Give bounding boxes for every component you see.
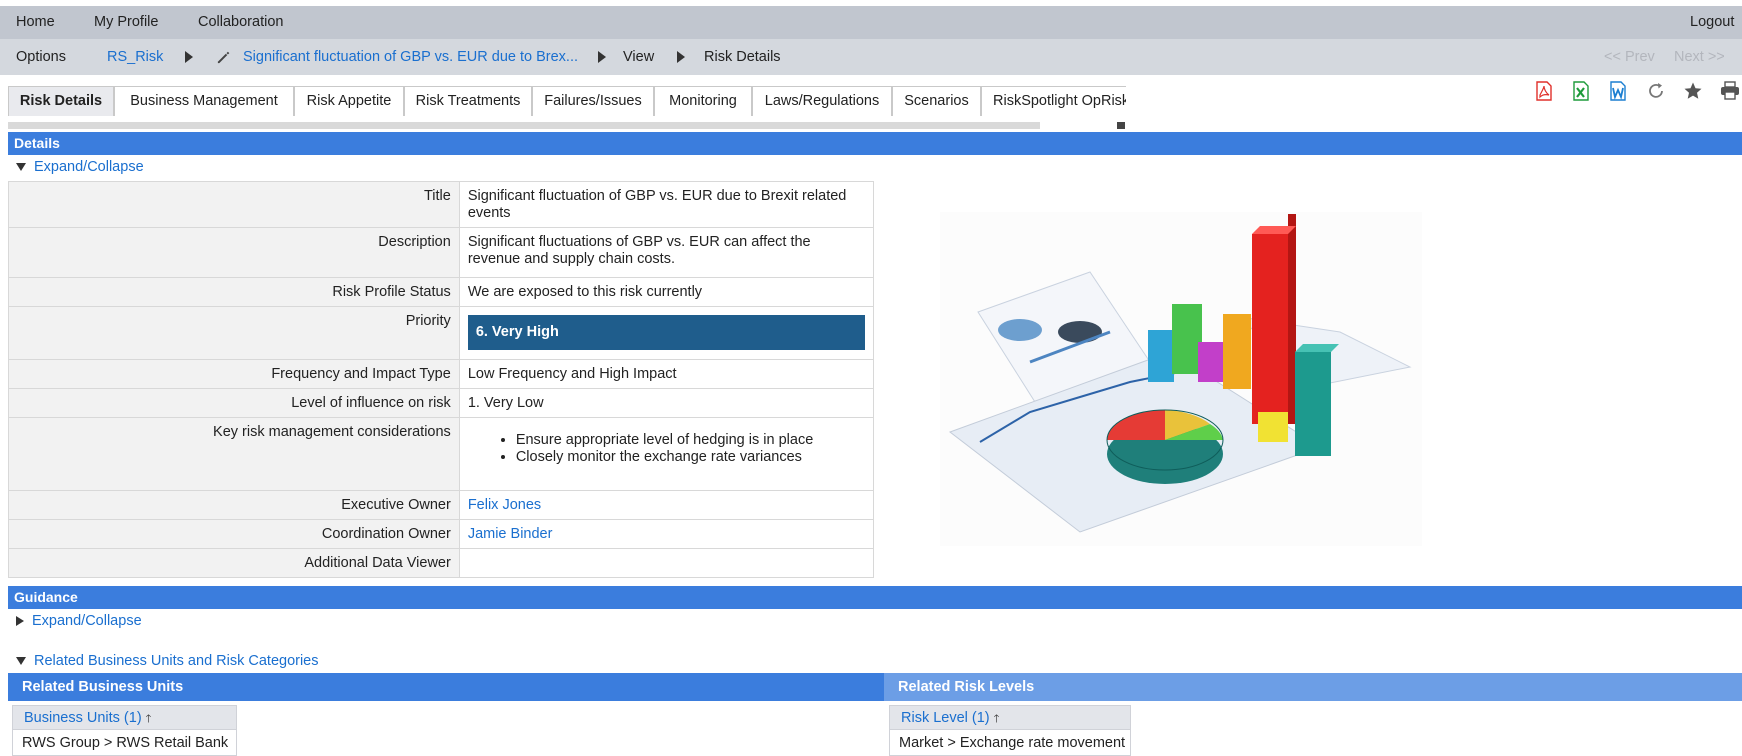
- influence-label: Level of influence on risk: [8, 388, 460, 418]
- next-record-button[interactable]: Next >>: [1674, 49, 1725, 65]
- tab-monitoring[interactable]: Monitoring: [654, 86, 752, 116]
- frequency-impact-value: Low Frequency and High Impact: [458, 359, 875, 389]
- related-business-units-header: Related Business Units: [8, 673, 884, 701]
- considerations-list: Ensure appropriate level of hedging is i…: [468, 432, 865, 466]
- risk-level-sort-label: Risk Level (1): [901, 710, 990, 726]
- business-units-sort-label: Business Units (1): [24, 710, 142, 726]
- related-toggle-label: Related Business Units and Risk Categori…: [34, 653, 319, 669]
- breadcrumb: Options RS_Risk Significant fluctuation …: [0, 39, 1742, 75]
- tab-risk-treatments[interactable]: Risk Treatments: [404, 86, 532, 116]
- tab-scenarios[interactable]: Scenarios: [892, 86, 981, 116]
- risk-profile-status-value: We are exposed to this risk currently: [458, 277, 875, 307]
- risk-illustration-image: [940, 212, 1422, 546]
- priority-badge: 6. Very High: [467, 315, 865, 350]
- risk-profile-status-label: Risk Profile Status: [8, 277, 460, 307]
- details-section-header: Details: [8, 132, 1742, 155]
- nav-collaboration-link[interactable]: Collaboration: [198, 14, 283, 30]
- caret-right-icon: [16, 616, 24, 627]
- sort-up-icon: 🡑: [145, 713, 152, 725]
- breadcrumb-view: View: [623, 49, 655, 65]
- related-risk-levels-header: Related Risk Levels: [884, 673, 1742, 701]
- pencil-icon[interactable]: [216, 50, 231, 65]
- description-value: Significant fluctuations of GBP vs. EUR …: [458, 227, 875, 278]
- executive-owner-link[interactable]: Felix Jones: [468, 497, 541, 513]
- list-item: Ensure appropriate level of hedging is i…: [516, 432, 865, 449]
- additional-data-viewer-value: [458, 548, 875, 578]
- word-icon[interactable]: [1607, 80, 1629, 102]
- expand-collapse-label: Expand/Collapse: [34, 159, 144, 175]
- tab-risk-appetite[interactable]: Risk Appetite: [294, 86, 404, 116]
- caret-down-icon: [16, 163, 26, 172]
- additional-data-viewer-label: Additional Data Viewer: [8, 548, 460, 578]
- table-row: RWS Group > RWS Retail Bank: [12, 730, 237, 756]
- considerations-label: Key risk management considerations: [8, 417, 460, 491]
- tab-business-management[interactable]: Business Management: [114, 86, 294, 116]
- executive-owner-label: Executive Owner: [8, 490, 460, 520]
- table-row: Market > Exchange rate movement: [889, 730, 1131, 756]
- tab-laws-regulations[interactable]: Laws/Regulations: [752, 86, 892, 116]
- priority-label: Priority: [8, 306, 460, 360]
- nav-home-link[interactable]: Home: [16, 14, 55, 30]
- coordination-owner-link[interactable]: Jamie Binder: [468, 526, 553, 542]
- pdf-icon[interactable]: [1533, 80, 1555, 102]
- guidance-section-header: Guidance: [8, 586, 1742, 609]
- guidance-expand-collapse[interactable]: Expand/Collapse: [16, 613, 142, 629]
- refresh-icon[interactable]: [1645, 80, 1667, 102]
- options-menu[interactable]: Options: [16, 49, 66, 65]
- title-label: Title: [8, 181, 460, 228]
- influence-value: 1. Very Low: [458, 388, 875, 418]
- list-item: Closely monitor the exchange rate varian…: [516, 449, 865, 466]
- business-units-column-header[interactable]: Business Units (1) 🡑: [12, 705, 237, 730]
- expand-collapse-label: Expand/Collapse: [32, 613, 142, 629]
- related-units-categories-toggle[interactable]: Related Business Units and Risk Categori…: [16, 653, 319, 669]
- tab-risk-details[interactable]: Risk Details: [8, 86, 114, 116]
- nav-my-profile-link[interactable]: My Profile: [94, 14, 158, 30]
- print-icon[interactable]: [1719, 80, 1741, 102]
- chevron-right-icon: [185, 51, 193, 63]
- excel-icon[interactable]: [1570, 80, 1592, 102]
- risk-level-column-header[interactable]: Risk Level (1) 🡑: [889, 705, 1131, 730]
- chevron-right-icon: [598, 51, 606, 63]
- tab-scrollbar-handle[interactable]: [1117, 122, 1125, 129]
- frequency-impact-label: Frequency and Impact Type: [8, 359, 460, 389]
- breadcrumb-module-link[interactable]: RS_Risk: [107, 49, 163, 65]
- details-expand-collapse[interactable]: Expand/Collapse: [16, 159, 144, 175]
- logout-link[interactable]: Logout: [1690, 14, 1734, 30]
- prev-record-button[interactable]: << Prev: [1604, 49, 1655, 65]
- description-label: Description: [8, 227, 460, 278]
- record-tabs: Risk Details Business Management Risk Ap…: [8, 86, 1126, 116]
- caret-down-icon: [16, 657, 26, 666]
- title-value: Significant fluctuation of GBP vs. EUR d…: [458, 181, 875, 228]
- tab-failures-issues[interactable]: Failures/Issues: [532, 86, 654, 116]
- breadcrumb-current-page: Risk Details: [704, 49, 781, 65]
- chevron-right-icon: [677, 51, 685, 63]
- coordination-owner-label: Coordination Owner: [8, 519, 460, 549]
- details-table: Title Significant fluctuation of GBP vs.…: [8, 181, 875, 578]
- tab-scrollbar[interactable]: [8, 122, 1040, 129]
- sort-up-icon: 🡑: [993, 713, 1000, 725]
- tab-riskspotlight-oprisk[interactable]: RiskSpotlight OpRisk L: [981, 86, 1126, 116]
- breadcrumb-record-link[interactable]: Significant fluctuation of GBP vs. EUR d…: [243, 49, 578, 65]
- top-navigation-bar: Home My Profile Collaboration Logout: [0, 6, 1742, 39]
- star-icon[interactable]: [1682, 80, 1704, 102]
